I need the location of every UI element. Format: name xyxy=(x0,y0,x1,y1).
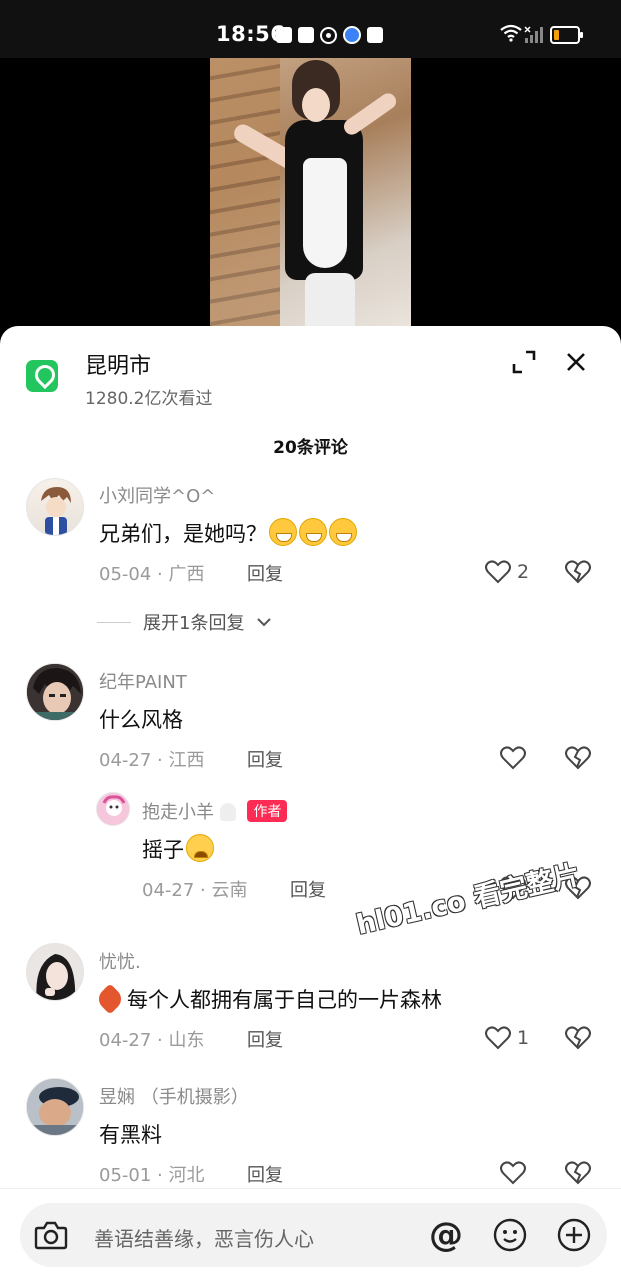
heart-outline-icon xyxy=(485,560,511,584)
heart-outline-icon xyxy=(500,746,526,770)
comment-date-location: 04-27 · 云南 xyxy=(142,880,248,901)
wifi-icon xyxy=(500,24,522,42)
comment-input[interactable]: 善语结善缘，恶言伤人心 @ xyxy=(20,1203,607,1267)
browser-icon xyxy=(343,26,361,44)
comment-username[interactable]: 昱娴 （手机摄影） xyxy=(99,1083,249,1109)
avatar[interactable] xyxy=(96,792,130,826)
map-pin-icon[interactable] xyxy=(26,360,58,392)
comment-text: 摇子 xyxy=(142,834,214,864)
comment-date-location: 05-04 · 广西 xyxy=(99,564,205,585)
status-bar: 18:56 xyxy=(0,0,621,58)
comment-text-content: 摇子 xyxy=(142,838,184,862)
expand-icon[interactable] xyxy=(510,348,538,376)
comment-text: 有黑料 xyxy=(99,1123,162,1147)
comment-count: 20条评论 xyxy=(273,438,348,458)
comment-sheet: 昆明市 1280.2亿次看过 20条评论 小刘同学^O^ 兄弟们，是她吗？ 05… xyxy=(0,326,621,1280)
like-button[interactable]: 2 xyxy=(485,559,529,585)
comment-text: 什么风格 xyxy=(99,708,183,732)
like-button[interactable]: 1 xyxy=(485,1025,529,1051)
camera-icon[interactable] xyxy=(34,1219,68,1251)
comment-text-content: 兄弟们，是她吗？ xyxy=(99,522,267,546)
reply-button[interactable]: 回复 xyxy=(247,1026,283,1052)
reply-button[interactable]: 回复 xyxy=(290,876,326,902)
avatar[interactable] xyxy=(26,478,84,536)
notification-icon xyxy=(298,27,314,43)
grin-emoji-icon xyxy=(269,518,297,546)
comment-username[interactable]: 小刘同学^O^ xyxy=(99,482,215,508)
grin-emoji-icon xyxy=(299,518,327,546)
grin-emoji-icon xyxy=(329,518,357,546)
like-count: 1 xyxy=(517,1027,530,1049)
close-icon[interactable] xyxy=(562,348,590,376)
plus-circle-icon[interactable] xyxy=(556,1217,592,1253)
comment-username[interactable]: 忧忧. xyxy=(99,948,141,974)
comment-text: 兄弟们，是她吗？ xyxy=(99,518,357,548)
battery-icon xyxy=(550,26,583,44)
chevron-down-icon xyxy=(257,618,272,627)
expand-replies-button[interactable]: 展开1条回复 xyxy=(97,609,272,635)
watermark-text: hl01.co 看完整片 xyxy=(353,859,583,942)
comment-date-location: 04-27 · 山东 xyxy=(99,1030,205,1051)
status-time: 18:56 xyxy=(216,22,286,46)
reply-username[interactable]: 抱走小羊 xyxy=(142,802,214,823)
expand-replies-label: 展开1条回复 xyxy=(143,613,245,634)
comment-username: 抱走小羊 作者 xyxy=(142,798,288,824)
author-badge: 作者 xyxy=(247,800,288,822)
comment-username[interactable]: 纪年PAINT xyxy=(99,668,187,694)
location-name[interactable]: 昆明市 xyxy=(85,348,151,380)
video-player[interactable] xyxy=(0,58,621,348)
reply-button[interactable]: 回复 xyxy=(247,1161,283,1187)
mention-icon[interactable]: @ xyxy=(426,1215,466,1255)
like-button[interactable] xyxy=(500,1160,526,1186)
comment-date-location: 04-27 · 江西 xyxy=(99,750,205,771)
avatar[interactable] xyxy=(26,663,84,721)
avatar[interactable] xyxy=(26,1078,84,1136)
smiley-icon[interactable] xyxy=(492,1217,528,1253)
reply-button[interactable]: 回复 xyxy=(247,560,283,586)
maple-leaf-icon xyxy=(94,983,126,1015)
comment-date-location: 05-01 · 河北 xyxy=(99,1165,205,1186)
location-views: 1280.2亿次看过 xyxy=(85,389,213,409)
like-count: 2 xyxy=(517,561,530,583)
comment-text: 每个人都拥有属于自己的一片森林 xyxy=(94,983,442,1015)
broken-heart-icon[interactable] xyxy=(565,745,591,771)
signal-icon xyxy=(524,26,543,43)
comment-input-bar: 善语结善缘，恶言伤人心 @ xyxy=(0,1188,621,1280)
ghost-emoji-icon xyxy=(219,803,236,821)
reply-button[interactable]: 回复 xyxy=(247,746,283,772)
comment-input-placeholder[interactable]: 善语结善缘，恶言伤人心 xyxy=(94,1223,314,1252)
avatar[interactable] xyxy=(26,943,84,1001)
heart-outline-icon xyxy=(500,1161,526,1185)
video-thumbnail[interactable] xyxy=(210,58,411,348)
comment-text-content: 每个人都拥有属于自己的一片森林 xyxy=(127,988,442,1012)
notification-icon xyxy=(276,27,292,43)
crying-emoji-icon xyxy=(186,834,214,862)
notification-icon xyxy=(367,27,383,43)
hotspot-icon xyxy=(320,27,337,44)
broken-heart-icon[interactable] xyxy=(565,1025,591,1051)
like-button[interactable] xyxy=(500,745,526,771)
broken-heart-icon[interactable] xyxy=(565,559,591,585)
broken-heart-icon[interactable] xyxy=(565,1160,591,1186)
heart-outline-icon xyxy=(485,1026,511,1050)
